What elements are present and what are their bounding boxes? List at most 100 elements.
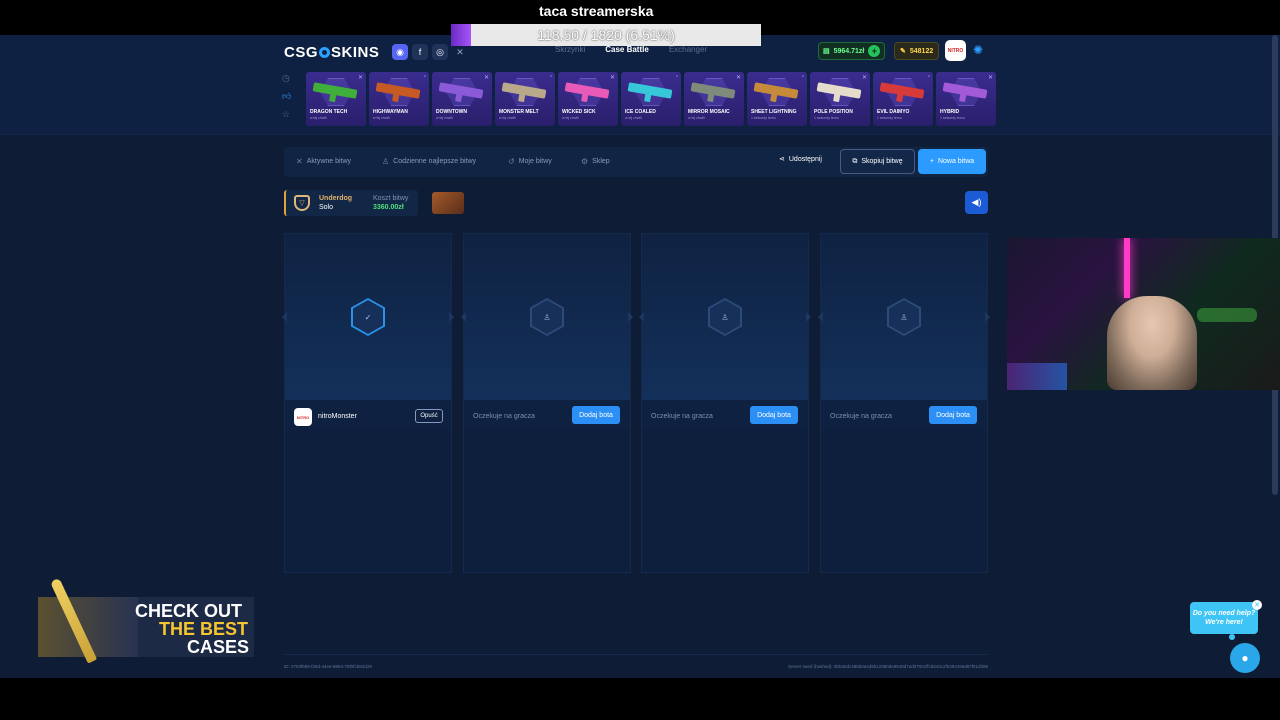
nav-skrzynki[interactable]: Skrzynki bbox=[555, 45, 585, 54]
wallet-icon: ▤ bbox=[823, 48, 830, 55]
case-tile[interactable]: ▫ EVIL DAIMYO 1 sekundy temu bbox=[873, 72, 933, 126]
nav-exchanger[interactable]: Exchanger bbox=[669, 45, 707, 54]
case-name: DRAGON TECH bbox=[310, 109, 348, 115]
help-bubble[interactable]: Do you need help? We're here! bbox=[1190, 602, 1258, 634]
stream-goal-title: taca streamerska bbox=[539, 3, 654, 19]
case-tile[interactable]: ✕ DOWNTOWN w tej chwili bbox=[432, 72, 492, 126]
tab-shop[interactable]: ⚙ Sklep bbox=[581, 157, 610, 166]
case-name: MIRROR MOSAIC bbox=[688, 109, 730, 115]
case-tile[interactable]: ▫ ICE COALED w tej chwili bbox=[621, 72, 681, 126]
case-tile[interactable]: ✕ DRAGON TECH w tej chwili bbox=[306, 72, 366, 126]
clock-icon[interactable]: ◷ bbox=[282, 73, 291, 84]
add-bot-button[interactable]: Dodaj bota bbox=[572, 406, 620, 424]
neon-light bbox=[1124, 238, 1130, 298]
case-name: HYBRID bbox=[940, 109, 960, 115]
tab-my-battles[interactable]: ↺ Moje bitwy bbox=[508, 157, 552, 166]
copy-label: Skopiuj bitwę bbox=[861, 158, 903, 165]
battle-cost-value: 3360.00zł bbox=[373, 204, 404, 211]
server-seed: Server seed (hashed): 0bba0dc486b0a4d5b1… bbox=[788, 664, 988, 669]
goal-progress-text: 118.50 / 1820 (6.51%) bbox=[537, 27, 675, 43]
tab-label: Moje bitwy bbox=[518, 158, 552, 165]
case-time: 1 sekundy temu bbox=[814, 116, 839, 120]
tab-daily-best[interactable]: ♙ Codzienne najlepsze bitwy bbox=[382, 157, 476, 166]
add-bot-button[interactable]: Dodaj bota bbox=[750, 406, 798, 424]
thumbs-up-icon[interactable]: 👍︎ bbox=[282, 91, 291, 102]
live-case-drops: ✕ DRAGON TECH w tej chwili ▫ HIGHWAYMAN w tej… bbox=[306, 72, 996, 126]
case-time: 1 sekundy temu bbox=[877, 116, 902, 120]
x-twitter-icon[interactable]: ✕ bbox=[452, 44, 468, 60]
new-label: Nowa bitwa bbox=[937, 158, 975, 165]
instagram-icon[interactable]: ◎ bbox=[432, 44, 448, 60]
close-icon[interactable]: ✕ bbox=[1252, 600, 1262, 610]
share-button[interactable]: ⋖ Udostępnij bbox=[779, 155, 822, 164]
case-name: MONSTER MELT bbox=[499, 109, 539, 115]
facebook-icon[interactable]: f bbox=[412, 44, 428, 60]
case-tile[interactable]: ✕ POLE POSITION 1 sekundy temu bbox=[810, 72, 870, 126]
slot-items bbox=[285, 430, 451, 572]
close-icon: ✕ bbox=[357, 75, 363, 81]
case-tile[interactable]: ✕ WICKED SICK w tej chwili bbox=[558, 72, 618, 126]
case-name: ICE COALED bbox=[625, 109, 656, 115]
discord-icon[interactable]: ◉ bbox=[392, 44, 408, 60]
share-icon: ⋖ bbox=[779, 156, 785, 163]
stream-frame: CSG SKINS ◉ f ◎ ✕ Skrzynki Case Battle E… bbox=[0, 0, 1280, 720]
balance-value: 5964.71zł bbox=[833, 47, 865, 55]
promo-line-3: CASES bbox=[187, 637, 250, 657]
player-name: nitroMonster bbox=[318, 413, 357, 420]
close-icon: ✕ bbox=[483, 75, 489, 81]
tab-active-battles[interactable]: ✕ Aktywne bitwy bbox=[296, 157, 351, 166]
add-bot-button[interactable]: Dodaj bota bbox=[929, 406, 977, 424]
site-logo[interactable]: CSG SKINS bbox=[284, 44, 379, 61]
battle-footer: ID: 2783f689-f26d-44ee-8864-75f0fcb84d28… bbox=[284, 654, 988, 676]
slot-items bbox=[821, 430, 987, 572]
chat-bubble-icon[interactable]: ● bbox=[1230, 643, 1260, 673]
leave-button[interactable]: Opuść bbox=[415, 409, 443, 423]
case-name: EVIL DAIMYO bbox=[877, 109, 910, 115]
bookmark-icon: ▫ bbox=[801, 74, 804, 80]
top-bar: CSG SKINS ◉ f ◎ ✕ Skrzynki Case Battle E… bbox=[0, 35, 1280, 135]
coins-value: 548122 bbox=[909, 47, 934, 55]
slot-items bbox=[464, 430, 630, 572]
star-icon[interactable]: ☆ bbox=[282, 109, 291, 120]
case-tile[interactable]: ✕ MIRROR MOSAIC w tej chwili bbox=[684, 72, 744, 126]
speaker-icon: ◀) bbox=[971, 197, 982, 207]
slot-footer: Oczekuje na gracza Dodaj bota bbox=[464, 400, 630, 430]
webcam-overlay bbox=[1007, 238, 1280, 390]
trophy-icon: ♙ bbox=[382, 157, 390, 166]
user-avatar[interactable]: NITRO bbox=[945, 40, 966, 61]
case-time: w tej chwili bbox=[625, 116, 642, 120]
slot-reel: ♙ bbox=[818, 234, 990, 400]
player-slot-3: ♙ Oczekuje na gracza Dodaj bota bbox=[639, 233, 811, 573]
tab-label: Codzienne najlepsze bitwy bbox=[393, 158, 477, 165]
nav-case-battle[interactable]: Case Battle bbox=[605, 45, 649, 54]
case-tile[interactable]: ✕ HYBRID 1 sekundy temu bbox=[936, 72, 996, 126]
new-battle-button[interactable]: + Nowa bitwa bbox=[918, 149, 986, 174]
case-name: POLE POSITION bbox=[814, 109, 853, 115]
logo-text-left: CSG bbox=[284, 44, 319, 61]
arrow-left-icon bbox=[461, 312, 466, 322]
sound-toggle-button[interactable]: ◀) bbox=[965, 191, 988, 214]
copy-battle-button[interactable]: ⧉ Skopiuj bitwę bbox=[840, 149, 915, 174]
deposit-plus-icon[interactable]: + bbox=[868, 45, 881, 57]
case-tile[interactable]: ▫ MONSTER MELT w tej chwili bbox=[495, 72, 555, 126]
coins-badge[interactable]: ✎ 548122 bbox=[894, 42, 940, 60]
bookmark-icon: ▫ bbox=[675, 74, 678, 80]
main-nav: Skrzynki Case Battle Exchanger bbox=[555, 45, 707, 54]
share-label: Udostępnij bbox=[788, 155, 822, 163]
battle-id: ID: 2783f689-f26d-44ee-8864-75f0fcb84d28 bbox=[284, 664, 372, 669]
gear-icon[interactable]: ✺ bbox=[973, 43, 988, 58]
battle-cost-label: Koszt bitwy bbox=[373, 195, 409, 202]
bookmark-icon: ▫ bbox=[927, 74, 930, 80]
player-slot-2: ♙ Oczekuje na gracza Dodaj bota bbox=[461, 233, 633, 573]
arrow-right-icon bbox=[985, 312, 990, 322]
chat-dot bbox=[1229, 634, 1235, 640]
case-tile[interactable]: ▫ HIGHWAYMAN w tej chwili bbox=[369, 72, 429, 126]
underdog-shield-icon: ▽ bbox=[294, 195, 310, 211]
keyboard-glow bbox=[1007, 363, 1067, 390]
battle-case-thumbnail[interactable] bbox=[432, 192, 464, 214]
case-tile[interactable]: ▫ SHEET LIGHTNING 1 sekundy temu bbox=[747, 72, 807, 126]
balance-badge[interactable]: ▤ 5964.71zł + bbox=[818, 42, 886, 60]
waiting-text: Oczekuje na gracza bbox=[830, 413, 892, 420]
user-icon: ♙ bbox=[887, 298, 921, 336]
avatar: NITRO bbox=[294, 408, 312, 426]
